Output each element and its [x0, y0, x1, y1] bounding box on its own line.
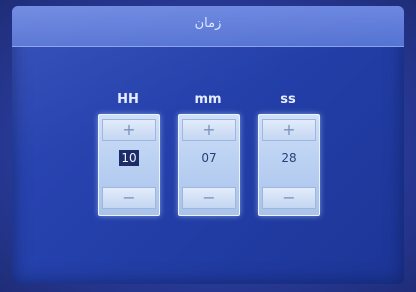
- minus-icon: −: [282, 188, 296, 207]
- plus-icon: +: [122, 120, 136, 139]
- seconds-value-text: 28: [281, 151, 297, 165]
- seconds-value[interactable]: 28: [259, 151, 319, 165]
- device-bezel: زمان HH + 10 − mm + 07 − ss + 28 −: [0, 0, 416, 292]
- plus-icon: +: [202, 120, 216, 139]
- minus-icon: −: [202, 188, 216, 207]
- hours-value-text: 10: [119, 150, 139, 166]
- seconds-decrement-button[interactable]: −: [262, 187, 316, 209]
- seconds-spinner[interactable]: + 28 −: [258, 114, 320, 216]
- screen: زمان HH + 10 − mm + 07 − ss + 28 −: [12, 6, 404, 284]
- minutes-decrement-button[interactable]: −: [182, 187, 236, 209]
- hours-label: HH: [117, 92, 139, 107]
- minutes-spinner[interactable]: + 07 −: [178, 114, 240, 216]
- minutes-value[interactable]: 07: [179, 151, 239, 165]
- hours-spinner[interactable]: + 10 −: [98, 114, 160, 216]
- title-bar: زمان: [12, 6, 404, 47]
- hours-value[interactable]: 10: [99, 150, 159, 166]
- hours-increment-button[interactable]: +: [102, 119, 156, 141]
- window-title: زمان: [194, 16, 222, 31]
- minutes-label: mm: [194, 92, 222, 107]
- minutes-increment-button[interactable]: +: [182, 119, 236, 141]
- minus-icon: −: [122, 188, 136, 207]
- plus-icon: +: [282, 120, 296, 139]
- seconds-label: ss: [280, 92, 296, 107]
- minutes-value-text: 07: [201, 151, 217, 165]
- seconds-increment-button[interactable]: +: [262, 119, 316, 141]
- hours-decrement-button[interactable]: −: [102, 187, 156, 209]
